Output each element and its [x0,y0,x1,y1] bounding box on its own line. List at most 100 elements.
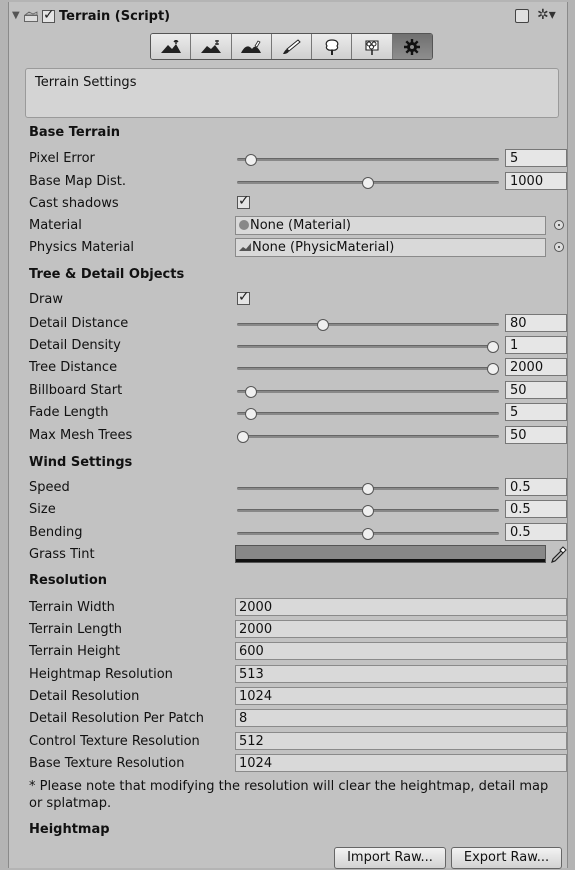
heightmap-heading: Heightmap [29,822,110,837]
terrain-height-field[interactable]: 600 [235,642,567,660]
detail-resolution-row: Detail Resolution 1024 [9,687,567,707]
wind-size-slider[interactable] [237,505,499,517]
material-label: Material [29,218,82,233]
max-mesh-trees-field[interactable]: 50 [505,426,567,444]
terrain-inspector-panel: ▼ ✓ Terrain (Script) ✲▾ Terrain Settings… [8,2,568,869]
terrain-settings-tool[interactable] [392,34,432,59]
terrain-length-field[interactable]: 2000 [235,620,567,638]
max-mesh-trees-slider[interactable] [237,431,499,443]
pixel-error-label: Pixel Error [29,151,95,166]
detail-distance-field[interactable]: 80 [505,314,567,332]
base-map-dist-slider-thumb[interactable] [362,177,374,189]
wind-speed-row: Speed 0.5 [9,478,567,498]
physic-material-icon [239,243,251,251]
resolution-heading: Resolution [29,573,108,588]
billboard-start-field[interactable]: 50 [505,381,567,399]
pixel-error-slider[interactable] [237,154,499,166]
detail-density-field[interactable]: 1 [505,336,567,354]
wind-bending-field[interactable]: 0.5 [505,523,567,541]
foldout-arrow-icon[interactable]: ▼ [12,10,20,21]
wind-size-slider-thumb[interactable] [362,505,374,517]
control-texture-resolution-field[interactable]: 512 [235,732,567,750]
tree-distance-row: Tree Distance 2000 [9,358,567,378]
heightmap-resolution-label: Heightmap Resolution [29,667,173,682]
pixel-error-field[interactable]: 5 [505,149,567,167]
physics-material-value: None (PhysicMaterial) [252,240,395,255]
wind-speed-slider[interactable] [237,483,499,495]
terrain-width-field[interactable]: 2000 [235,598,567,616]
component-header: ▼ ✓ Terrain (Script) ✲▾ [9,7,567,28]
material-object-field[interactable]: None (Material) [235,216,546,235]
tree-distance-slider[interactable] [237,363,499,375]
material-picker-icon[interactable] [554,220,564,230]
control-texture-resolution-label: Control Texture Resolution [29,734,200,749]
wind-bending-label: Bending [29,525,83,540]
physics-material-object-field[interactable]: None (PhysicMaterial) [235,238,546,257]
control-texture-resolution-row: Control Texture Resolution 512 [9,732,567,752]
paint-height-tool[interactable] [191,34,232,59]
pixel-error-slider-thumb[interactable] [244,154,257,166]
wind-size-field[interactable]: 0.5 [505,500,567,518]
export-raw-button[interactable]: Export Raw... [451,847,562,869]
tool-description-text: Terrain Settings [35,75,137,90]
tree-detail-heading: Tree & Detail Objects [29,267,185,282]
detail-density-slider[interactable] [237,341,499,353]
heightmap-resolution-field[interactable]: 513 [235,665,567,683]
cast-shadows-checkbox[interactable]: ✓ [237,193,250,209]
place-trees-tool[interactable] [312,34,353,59]
grass-tint-color-field[interactable] [235,545,546,563]
import-raw-button[interactable]: Import Raw... [334,847,446,869]
base-map-dist-row: Base Map Dist. 1000 [9,172,567,192]
billboard-start-row: Billboard Start 50 [9,381,567,401]
fade-length-slider-thumb[interactable] [244,408,257,420]
detail-distance-slider-thumb[interactable] [317,319,329,331]
smooth-height-tool[interactable] [231,34,272,59]
detail-distance-slider[interactable] [237,319,499,331]
billboard-start-slider-thumb[interactable] [244,386,257,398]
wind-bending-slider-thumb[interactable] [362,528,374,540]
paint-details-tool[interactable] [352,34,393,59]
detail-density-slider-thumb[interactable] [487,341,499,353]
billboard-start-label: Billboard Start [29,383,123,398]
raise-terrain-icon [160,39,181,53]
paintbrush-icon [283,38,302,54]
detail-resolution-per-patch-field[interactable]: 8 [235,709,567,727]
material-value: None (Material) [250,218,352,233]
base-texture-resolution-field[interactable]: 1024 [235,754,567,772]
component-title: Terrain (Script) [59,9,171,24]
gear-icon[interactable]: ✲▾ [537,7,556,23]
physics-material-row: Physics Material None (PhysicMaterial) [9,238,567,258]
tree-icon [325,38,339,55]
wind-speed-field[interactable]: 0.5 [505,478,567,496]
tree-distance-slider-thumb[interactable] [487,363,499,375]
paint-texture-tool[interactable] [271,34,313,59]
wind-speed-slider-thumb[interactable] [362,483,374,495]
wind-bending-row: Bending 0.5 [9,523,567,543]
terrain-height-row: Terrain Height 600 [9,642,567,662]
help-reference-icon[interactable] [515,9,529,23]
detail-density-label: Detail Density [29,338,121,353]
raise-lower-terrain-tool[interactable] [151,34,192,59]
fade-length-slider[interactable] [237,408,499,420]
terrain-width-label: Terrain Width [29,600,115,615]
fade-length-field[interactable]: 5 [505,403,567,421]
base-map-dist-slider[interactable] [237,177,499,189]
billboard-start-slider[interactable] [237,386,499,398]
draw-checkbox[interactable]: ✓ [237,289,250,305]
base-map-dist-label: Base Map Dist. [29,174,126,189]
max-mesh-trees-label: Max Mesh Trees [29,428,133,443]
component-enabled-checkbox[interactable]: ✓ [42,7,55,23]
wind-bending-slider[interactable] [237,528,499,540]
wind-settings-heading: Wind Settings [29,455,133,470]
max-mesh-trees-slider-thumb[interactable] [237,431,249,443]
pixel-error-row: Pixel Error 5 [9,149,567,169]
detail-resolution-field[interactable]: 1024 [235,687,567,705]
fade-length-row: Fade Length 5 [9,403,567,423]
detail-resolution-label: Detail Resolution [29,689,140,704]
grass-tint-label: Grass Tint [29,547,95,562]
base-map-dist-field[interactable]: 1000 [505,172,567,190]
terrain-width-row: Terrain Width 2000 [9,598,567,618]
physics-material-picker-icon[interactable] [554,242,564,252]
eyedropper-icon[interactable] [550,545,568,563]
tree-distance-field[interactable]: 2000 [505,358,567,376]
